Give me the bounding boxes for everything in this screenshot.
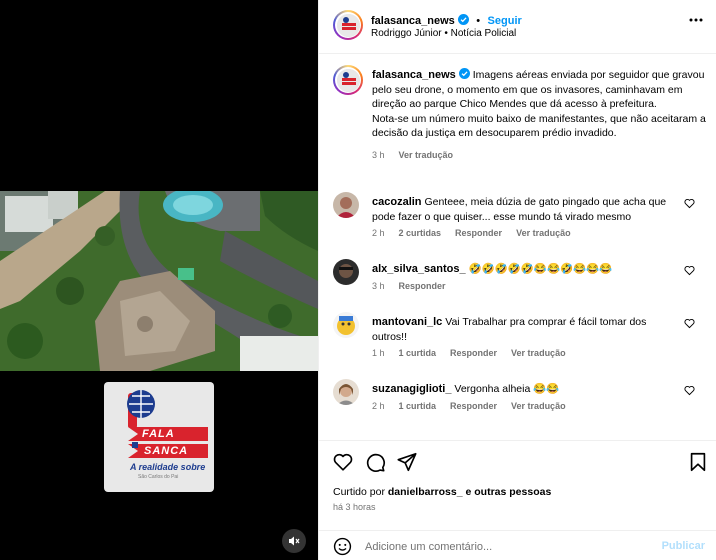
- logo-tagline: A realidade sobre: [130, 462, 206, 472]
- more-options-icon[interactable]: [689, 18, 703, 22]
- reply-button[interactable]: Responder: [450, 401, 497, 411]
- comments-scroll-area[interactable]: falasanca_news Imagens aéreas enviada po…: [319, 55, 716, 439]
- comment-body: mantovani_lc Vai Trabalhar pra comprar é…: [372, 315, 682, 345]
- heart-icon[interactable]: [684, 265, 695, 276]
- heart-icon[interactable]: [684, 385, 695, 396]
- commenter-username[interactable]: mantovani_lc: [372, 316, 442, 328]
- translate-link[interactable]: Ver tradução: [516, 228, 571, 238]
- heart-icon[interactable]: [684, 318, 695, 329]
- commenter-avatar[interactable]: [333, 259, 359, 285]
- reply-button[interactable]: Responder: [455, 228, 502, 238]
- translate-link[interactable]: Ver tradução: [511, 348, 566, 358]
- mute-icon: [289, 536, 300, 546]
- post-media[interactable]: FALA SANCA A realidade sobre São Carlos …: [0, 0, 318, 560]
- author-username[interactable]: falasanca_news: [371, 15, 455, 27]
- liked-prefix: Curtido por: [333, 486, 385, 498]
- commenter-photo: [333, 259, 359, 285]
- comment-text: Vergonha alheia 😂😂: [454, 383, 560, 395]
- caption-username[interactable]: falasanca_news: [372, 69, 456, 81]
- add-comment-bar: Publicar: [319, 530, 716, 560]
- liked-others-link[interactable]: e outras pessoas: [466, 486, 552, 498]
- logo-small-text: São Carlos do Pai: [138, 474, 179, 480]
- comment-likes[interactable]: 1 curtida: [399, 401, 437, 411]
- commenter-username[interactable]: cacozalin: [372, 196, 422, 208]
- logo-line-2: SANCA: [144, 445, 189, 457]
- author-avatar[interactable]: [333, 10, 363, 40]
- share-icon[interactable]: [396, 451, 418, 473]
- commenter-avatar[interactable]: [333, 312, 359, 338]
- comment-likes[interactable]: 2 curtidas: [399, 228, 442, 238]
- logo-line-1: FALA: [142, 428, 175, 440]
- comment-icon[interactable]: [364, 451, 386, 473]
- heart-icon[interactable]: [332, 451, 354, 473]
- liked-by-user[interactable]: danielbarross_: [388, 486, 463, 498]
- bookmark-icon[interactable]: [687, 451, 709, 473]
- comment-text: 🤣🤣🤣🤣🤣😂😂🤣😂😂😂: [468, 263, 613, 275]
- comment-body: suzanagiglioti_ Vergonha alheia 😂😂: [372, 382, 682, 397]
- comment-body: cacozalin Genteee, meia dúzia de gato pi…: [372, 195, 682, 225]
- post-caption: falasanca_news Imagens aéreas enviada po…: [372, 68, 707, 162]
- caption-time: 3 h: [372, 149, 385, 160]
- aerial-drone-video[interactable]: [0, 191, 318, 371]
- fala-sanca-logo: FALA SANCA A realidade sobre São Carlos …: [104, 382, 214, 492]
- caption-translate-link[interactable]: Ver tradução: [399, 150, 454, 160]
- comment-time: 3 h: [372, 281, 385, 291]
- separator-dot: •: [476, 15, 481, 27]
- post-panel: falasanca_news • Seguir Rodriggo Júnior …: [318, 0, 716, 560]
- heart-icon[interactable]: [684, 198, 695, 209]
- comment-likes[interactable]: 1 curtida: [399, 348, 437, 358]
- comment-time: 1 h: [372, 348, 385, 358]
- reply-button[interactable]: Responder: [399, 281, 446, 291]
- author-logo-icon: [336, 68, 360, 92]
- caption-avatar[interactable]: [333, 65, 363, 95]
- commenter-username[interactable]: suzanagiglioti_: [372, 383, 451, 395]
- comment-item: mantovani_lc Vai Trabalhar pra comprar é…: [333, 312, 703, 367]
- commenter-photo: [333, 192, 359, 218]
- comment-input[interactable]: [365, 538, 635, 556]
- comment-item: suzanagiglioti_ Vergonha alheia 😂😂 2 h 1 …: [333, 379, 703, 424]
- emoji-icon[interactable]: [333, 537, 352, 556]
- comment-item: cacozalin Genteee, meia dúzia de gato pi…: [333, 192, 703, 247]
- comment-body: alx_silva_santos_ 🤣🤣🤣🤣🤣😂😂🤣😂😂😂: [372, 262, 682, 277]
- mute-button[interactable]: [282, 529, 306, 553]
- comment-time: 2 h: [372, 228, 385, 238]
- follow-button[interactable]: Seguir: [488, 15, 522, 27]
- commenter-photo: [333, 312, 359, 338]
- commenter-avatar[interactable]: [333, 379, 359, 405]
- reply-button[interactable]: Responder: [450, 348, 497, 358]
- post-subtitle: Rodriggo Júnior • Notícia Policial: [371, 28, 517, 39]
- author-logo-icon: [336, 13, 360, 37]
- post-actions: Curtido por danielbarross_ e outras pess…: [319, 440, 716, 560]
- commenter-photo: [333, 379, 359, 405]
- liked-by-text: Curtido por danielbarross_ e outras pess…: [333, 486, 551, 498]
- translate-link[interactable]: Ver tradução: [511, 401, 566, 411]
- comment-item: alx_silva_santos_ 🤣🤣🤣🤣🤣😂😂🤣😂😂😂 3 h Respond…: [333, 259, 703, 299]
- verified-icon: [457, 14, 469, 25]
- verified-icon: [458, 68, 470, 79]
- post-time: há 3 horas: [333, 502, 376, 512]
- publish-button[interactable]: Publicar: [662, 540, 705, 552]
- post-header: falasanca_news • Seguir Rodriggo Júnior …: [319, 0, 716, 54]
- commenter-username[interactable]: alx_silva_santos_: [372, 263, 466, 275]
- commenter-avatar[interactable]: [333, 192, 359, 218]
- comment-time: 2 h: [372, 401, 385, 411]
- aerial-image: [0, 191, 318, 371]
